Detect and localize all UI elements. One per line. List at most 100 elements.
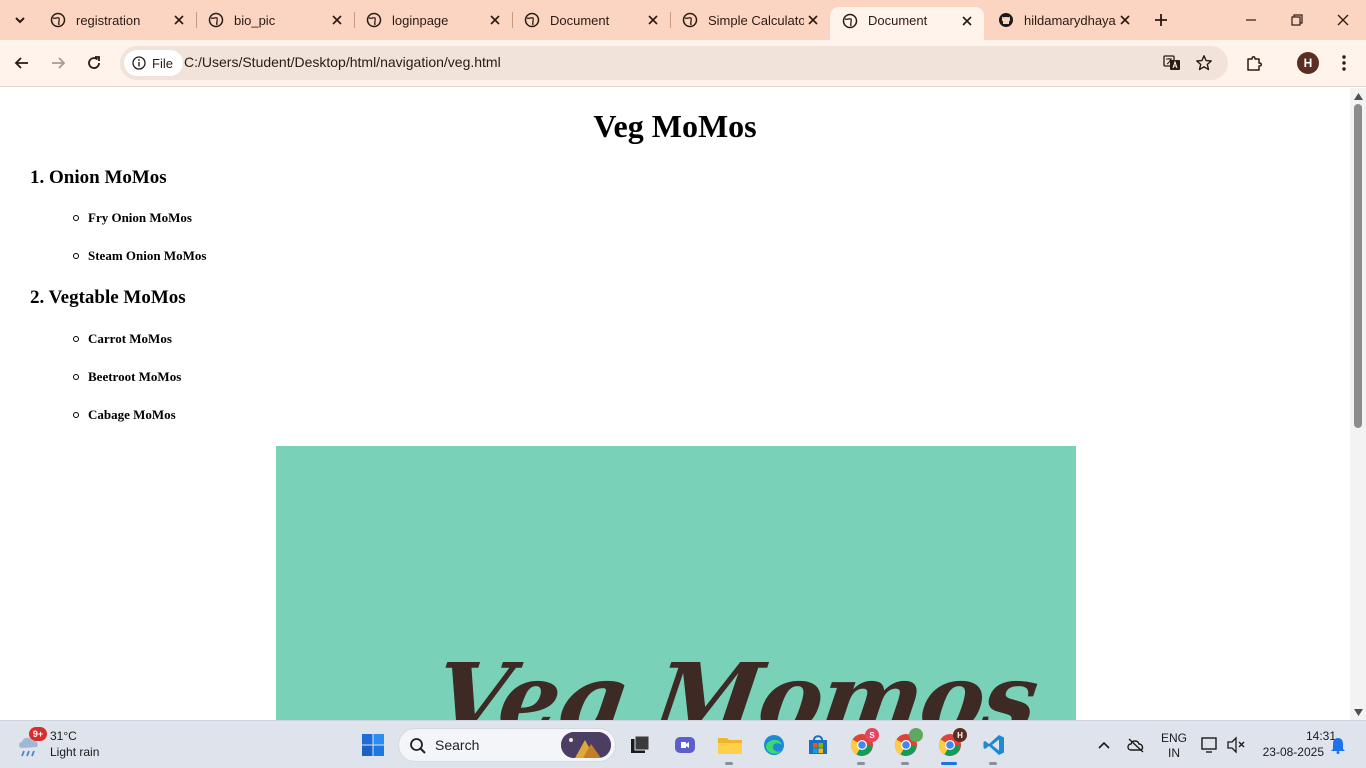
globe-icon (682, 12, 698, 28)
tab-simple-calculator[interactable]: Simple Calculato (670, 6, 830, 34)
back-button[interactable] (8, 49, 36, 77)
teams-app[interactable] (667, 727, 703, 763)
tab-github[interactable]: hildamarydhayal (986, 6, 1142, 34)
running-indicator (901, 762, 909, 765)
weather-widget[interactable]: 9+ 31°C Light rain (16, 727, 146, 763)
page-title: Veg MoMos (593, 108, 757, 144)
menu-button[interactable] (1330, 49, 1358, 77)
close-tab-icon[interactable] (644, 11, 662, 29)
tab-title: Document (550, 12, 610, 28)
site-info-chip[interactable]: File (124, 50, 183, 76)
close-tab-icon[interactable] (1116, 11, 1134, 29)
bullet-circle (73, 215, 79, 221)
tab-document-active[interactable]: Document (830, 7, 984, 40)
close-tab-icon[interactable] (486, 11, 504, 29)
bookmark-button[interactable] (1194, 53, 1214, 73)
list-item-label: Fry Onion MoMos (88, 210, 192, 225)
back-arrow-icon (14, 57, 28, 69)
list-item-label: Steam Onion MoMos (88, 248, 207, 263)
minimize-button[interactable] (1228, 0, 1274, 40)
list-item: Carrot MoMos (73, 331, 172, 347)
bullet-circle (73, 253, 79, 259)
edge-browser-icon (764, 735, 784, 755)
taskbar-search[interactable]: Search (398, 728, 616, 762)
tab-document[interactable]: Document (512, 6, 671, 34)
chevron-up-icon (1098, 741, 1110, 749)
vertical-scrollbar[interactable] (1350, 88, 1366, 720)
list-item-label: Cabage MoMos (88, 407, 176, 422)
tab-title: registration (76, 12, 141, 28)
store-app[interactable] (800, 727, 836, 763)
close-tab-icon[interactable] (958, 12, 976, 30)
language-indicator-line1[interactable]: ENG (1158, 731, 1190, 745)
triangle-up-icon (1353, 92, 1363, 100)
windows-logo-icon (362, 734, 384, 756)
file-explorer-app[interactable] (712, 727, 748, 765)
show-hidden-icons-button[interactable] (1094, 735, 1114, 755)
list-item-label: Beetroot MoMos (88, 369, 182, 384)
network-tray-button[interactable] (1200, 735, 1220, 755)
scroll-down-arrow[interactable] (1353, 707, 1363, 717)
chrome-app-profile-2[interactable] (888, 727, 924, 765)
chrome-app-profile-s[interactable]: S (844, 727, 880, 765)
weather-badge: 9+ (29, 727, 47, 741)
globe-icon (524, 12, 540, 28)
forward-button[interactable] (44, 49, 72, 77)
task-view-icon (631, 735, 650, 753)
restore-button[interactable] (1274, 0, 1320, 40)
scroll-up-arrow[interactable] (1353, 91, 1363, 101)
tab-registration[interactable]: registration (38, 6, 197, 34)
list-item: Beetroot MoMos (73, 369, 182, 385)
tab-title: hildamarydhayal (1024, 12, 1116, 28)
scrollbar-thumb[interactable] (1354, 104, 1362, 428)
translate-button[interactable] (1162, 53, 1182, 73)
notifications-button[interactable] (1328, 735, 1348, 755)
globe-icon (50, 12, 66, 28)
tab-title: Simple Calculato (708, 12, 804, 28)
edge-app[interactable] (756, 727, 792, 763)
chrome-app-profile-h[interactable]: H (932, 727, 968, 765)
url-text[interactable]: C:/Users/Student/Desktop/html/navigation… (184, 54, 501, 70)
clock-date[interactable]: 23-08-2025 (1256, 745, 1324, 759)
clock-time[interactable]: 14:31 (1256, 729, 1336, 743)
reload-button[interactable] (80, 49, 108, 77)
start-button[interactable] (355, 727, 391, 763)
close-window-button[interactable] (1320, 0, 1366, 40)
veg-momos-banner-image: Veg Momos (276, 446, 1076, 720)
triangle-down-icon (1353, 708, 1363, 716)
vscode-app[interactable] (976, 727, 1012, 765)
profile-avatar[interactable]: H (1297, 52, 1319, 74)
browser-toolbar: File C:/Users/Student/Desktop/html/navig… (0, 40, 1366, 87)
cloud-off-icon (1127, 738, 1144, 753)
list-item: Fry Onion MoMos (73, 210, 192, 226)
address-bar[interactable]: File C:/Users/Student/Desktop/html/navig… (120, 46, 1228, 80)
new-tab-button[interactable] (1150, 9, 1172, 31)
extensions-button[interactable] (1240, 49, 1268, 77)
task-view-button[interactable] (622, 727, 658, 763)
page-viewport: Veg MoMos 1. Onion MoMos Fry Onion MoMos… (0, 88, 1350, 720)
close-icon (1337, 14, 1349, 26)
forward-arrow-icon (52, 57, 66, 69)
language-indicator-line2[interactable]: IN (1158, 746, 1190, 760)
onedrive-tray-button[interactable] (1126, 735, 1146, 755)
weather-temperature: 31°C (50, 729, 77, 743)
banner-lettering: Veg Momos (428, 642, 1044, 720)
close-tab-icon[interactable] (170, 11, 188, 29)
puzzle-icon (1247, 56, 1262, 71)
tab-bio-pic[interactable]: bio_pic (196, 6, 355, 34)
weather-condition: Light rain (50, 745, 100, 759)
tab-loginpage[interactable]: loginpage (354, 6, 513, 34)
running-indicator (725, 762, 733, 765)
tab-search-button[interactable] (6, 7, 34, 33)
globe-icon (208, 12, 224, 28)
close-tab-icon[interactable] (804, 11, 822, 29)
close-tab-icon[interactable] (328, 11, 346, 29)
video-chat-icon (675, 737, 695, 753)
kebab-menu-icon (1342, 55, 1346, 71)
volume-tray-button[interactable] (1226, 735, 1246, 755)
tab-title: loginpage (392, 12, 449, 28)
list-item-label: Carrot MoMos (88, 331, 172, 346)
minimize-icon (1246, 19, 1256, 21)
running-indicator (857, 762, 865, 765)
list-item: Cabage MoMos (73, 407, 176, 423)
